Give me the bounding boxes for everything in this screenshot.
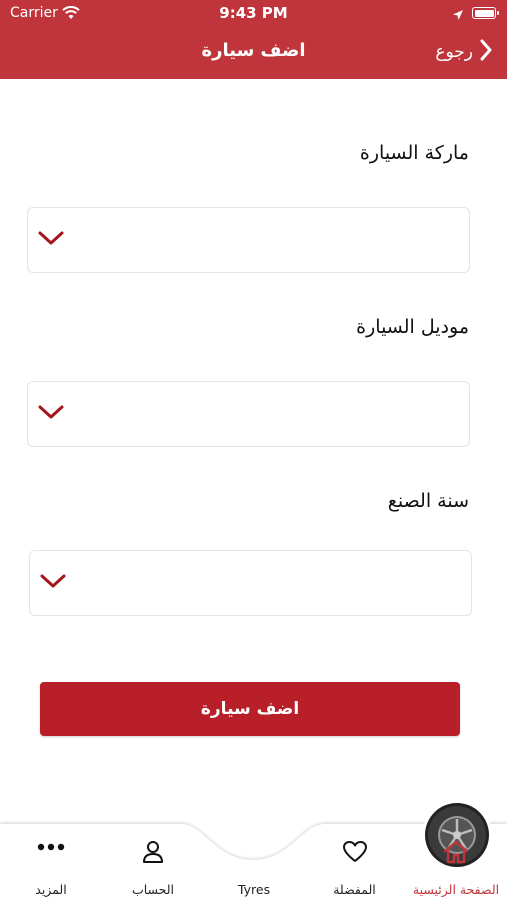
clock: 9:43 PM <box>219 4 288 22</box>
user-icon <box>142 840 164 867</box>
tab-home-label: الصفحة الرئيسية <box>412 882 500 897</box>
battery-icon <box>472 7 499 19</box>
tab-more[interactable]: المزيد <box>0 820 102 900</box>
tab-account-label: الحساب <box>131 882 175 897</box>
add-car-button[interactable]: اضف سيارة <box>40 682 460 736</box>
chevron-down-icon <box>40 573 66 593</box>
car-brand-label: ماركة السيارة <box>359 142 469 164</box>
tab-tyres-label: Tyres <box>237 882 271 897</box>
more-icon <box>36 840 66 855</box>
app-header: Carrier 9:43 PM اضف سيارة رجوع <box>0 0 507 79</box>
car-model-select[interactable] <box>27 381 470 447</box>
status-bar: Carrier 9:43 PM <box>0 0 507 28</box>
car-model-label: موديل السيارة <box>356 316 469 338</box>
heart-icon <box>342 840 368 867</box>
back-label: رجوع <box>435 42 473 62</box>
tab-favorites[interactable]: المفضلة <box>304 820 405 900</box>
manufacture-year-select[interactable] <box>29 550 472 616</box>
back-button[interactable]: رجوع <box>435 38 493 66</box>
location-arrow-icon <box>452 6 464 25</box>
tab-favorites-label: المفضلة <box>333 882 376 897</box>
manufacture-year-label: سنة الصنع <box>387 490 469 512</box>
car-brand-select[interactable] <box>27 207 470 273</box>
tab-tyres[interactable]: Tyres <box>204 800 492 900</box>
tab-more-label: المزيد <box>35 882 67 897</box>
tab-account[interactable]: الحساب <box>102 820 204 900</box>
chevron-down-icon <box>38 230 64 250</box>
home-icon <box>443 840 469 867</box>
page-title: اضف سيارة <box>201 40 306 61</box>
chevron-down-icon <box>38 404 64 424</box>
tab-bar: المزيد الحساب Tyres المفضلة الصفحة الرئي… <box>0 800 507 900</box>
tab-home[interactable]: الصفحة الرئيسية <box>405 820 507 900</box>
chevron-right-icon <box>479 39 493 65</box>
